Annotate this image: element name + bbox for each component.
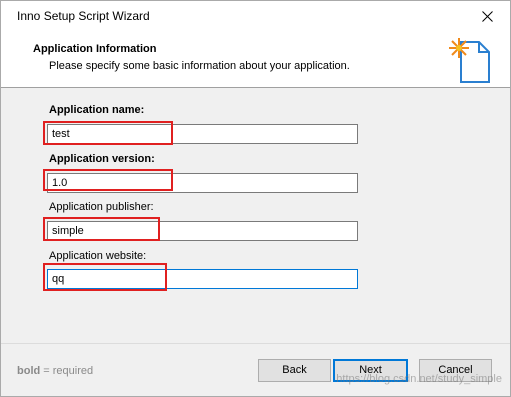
close-icon [482, 11, 493, 22]
app-publisher-label: Application publisher: [49, 201, 154, 213]
required-legend: bold = required [17, 365, 93, 377]
watermark: https://blog.csdn.net/study_simple [336, 373, 502, 385]
highlight-box [43, 263, 167, 291]
back-button[interactable]: Back [258, 359, 331, 382]
wizard-header: Application Information Please specify s… [1, 32, 510, 88]
window-title: Inno Setup Script Wizard [17, 9, 150, 23]
app-name-label: Application name: [49, 104, 145, 116]
wizard-document-sparkle-icon [449, 38, 490, 83]
required-legend-text: = required [40, 365, 94, 377]
app-website-label: Application website: [49, 250, 147, 262]
highlight-box [43, 121, 173, 145]
page-title: Application Information [33, 43, 157, 55]
close-button[interactable] [464, 1, 510, 32]
form-area: Application name: Application version: A… [1, 89, 510, 344]
highlight-box [43, 169, 173, 191]
highlight-box [43, 217, 160, 241]
title-bar: Inno Setup Script Wizard [1, 1, 510, 32]
required-legend-bold: bold [17, 365, 41, 377]
page-subtitle: Please specify some basic information ab… [49, 60, 350, 72]
app-version-label: Application version: [49, 153, 155, 165]
wizard-window: Inno Setup Script Wizard Application Inf… [0, 0, 511, 397]
footer-divider [1, 343, 510, 344]
